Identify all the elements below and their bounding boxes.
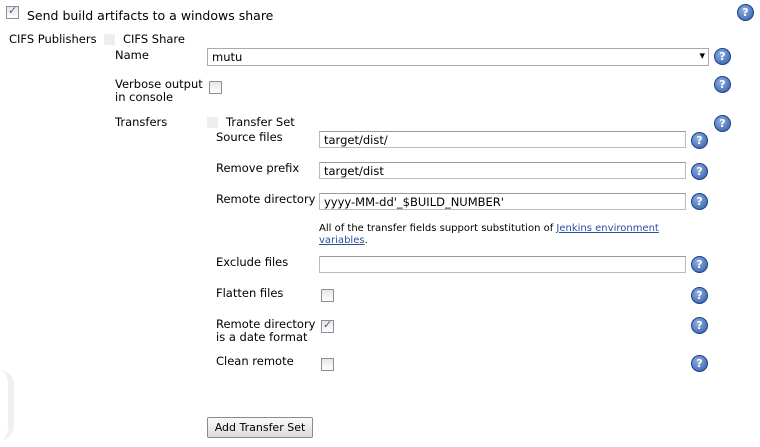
remote-directory-label: Remote directory: [216, 192, 316, 206]
remote-directory-input[interactable]: [319, 193, 686, 210]
background-arc: [0, 370, 14, 440]
drag-handle-icon[interactable]: [207, 117, 218, 128]
clean-remote-label: Clean remote: [216, 354, 294, 368]
remove-prefix-label: Remove prefix: [216, 161, 300, 175]
send-artifacts-label: Send build artifacts to a windows share: [27, 8, 274, 23]
help-icon[interactable]: ?: [691, 256, 708, 273]
add-transfer-set-button[interactable]: Add Transfer Set: [207, 417, 313, 438]
source-files-label: Source files: [216, 130, 283, 144]
remove-prefix-input[interactable]: [319, 162, 686, 179]
help-icon[interactable]: ?: [691, 287, 708, 304]
flatten-files-checkbox[interactable]: [321, 289, 334, 302]
help-icon[interactable]: ?: [691, 355, 708, 372]
flatten-files-label: Flatten files: [216, 286, 284, 300]
cifs-publishers-label: CIFS Publishers: [9, 32, 97, 46]
substitution-note: All of the transfer fields support subst…: [319, 223, 659, 246]
name-select[interactable]: mutu: [207, 48, 709, 66]
help-icon[interactable]: ?: [691, 193, 708, 210]
transfers-label: Transfers: [115, 115, 168, 129]
help-icon[interactable]: ?: [714, 76, 731, 93]
verbose-checkbox[interactable]: [209, 81, 222, 94]
help-icon[interactable]: ?: [691, 163, 708, 180]
clean-remote-checkbox[interactable]: [321, 358, 334, 371]
exclude-files-label: Exclude files: [216, 255, 289, 269]
transfer-set-title: Transfer Set: [226, 115, 295, 129]
exclude-files-input[interactable]: [319, 256, 686, 273]
name-select-value: mutu: [212, 50, 243, 64]
help-icon[interactable]: ?: [737, 4, 754, 21]
help-icon[interactable]: ?: [714, 115, 731, 132]
verbose-label: Verbose output in console: [115, 77, 203, 104]
name-label: Name: [115, 48, 149, 62]
help-icon[interactable]: ?: [691, 317, 708, 334]
help-icon[interactable]: ?: [691, 132, 708, 149]
help-icon[interactable]: ?: [714, 48, 731, 65]
cifs-share-title: CIFS Share: [123, 32, 185, 46]
source-files-input[interactable]: [319, 131, 686, 148]
date-format-label: Remote directory is a date format: [216, 317, 316, 344]
send-artifacts-checkbox[interactable]: [6, 4, 19, 19]
drag-handle-icon[interactable]: [104, 34, 115, 45]
date-format-checkbox[interactable]: [321, 318, 334, 333]
